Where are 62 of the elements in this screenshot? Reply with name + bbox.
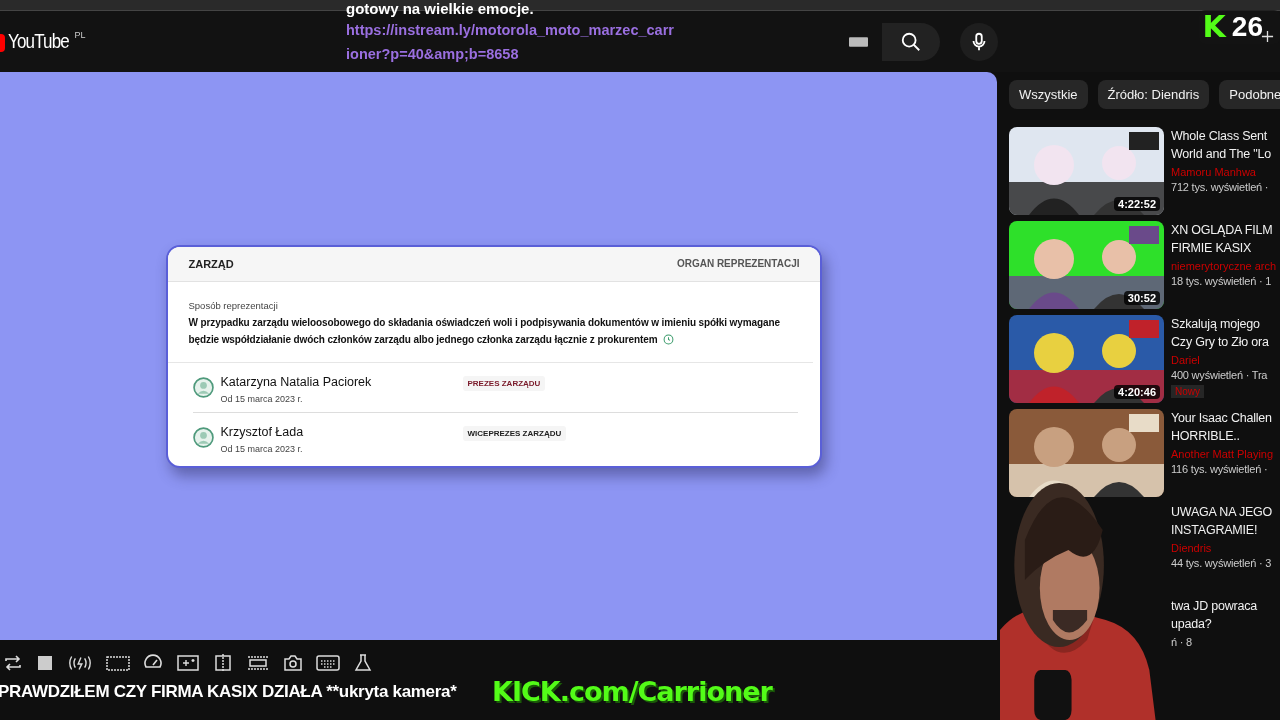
video-title-line[interactable]: HORRIBLE..: [1171, 427, 1274, 445]
view-count: 18 tys. wyświetleń · 1: [1171, 275, 1273, 287]
duration-badge: 30:52: [1123, 291, 1160, 305]
member-date: Od 15 marca 2023 r.: [220, 443, 304, 454]
role-tag: WICEPREZES ZARZĄDU: [462, 425, 567, 441]
view-count: 44 tys. wyświetleń · 3: [1171, 557, 1273, 569]
member-date: Od 15 marca 2023 r.: [220, 393, 304, 404]
video-title-line[interactable]: INSTAGRAMIE!: [1171, 521, 1273, 539]
filter-chip[interactable]: Podobne: [1219, 80, 1280, 109]
video-player[interactable]: [0, 72, 997, 640]
view-count: 712 tys. wyświetleń ·: [1171, 181, 1270, 193]
duration-badge: 4:20:46: [1114, 385, 1160, 399]
video-title-line[interactable]: FIRMIE KASIX: [1171, 239, 1277, 257]
flask-icon[interactable]: [353, 653, 373, 673]
search-button[interactable]: [882, 22, 940, 61]
member-name: Krzysztof Łada: [220, 424, 305, 439]
square-icon[interactable]: [35, 653, 55, 673]
new-badge: Nowy: [1171, 385, 1204, 398]
video-title-line[interactable]: XN OGLĄDA FILM: [1171, 221, 1277, 239]
role-tag: PREZES ZARZĄDU: [462, 375, 546, 391]
view-count: 400 wyświetleń · Tra: [1171, 369, 1269, 381]
video-title-line[interactable]: World and The "Lo: [1171, 145, 1271, 163]
video-title-line[interactable]: Czy Gry to Zło ora: [1171, 333, 1269, 351]
filter-chip[interactable]: Źródło: Diendris: [1097, 80, 1210, 109]
rows-icon[interactable]: [245, 653, 271, 673]
chat-message: gotowy na wielkie emocje.: [346, 0, 535, 18]
member-name: Katarzyna Natalia Paciorek: [220, 374, 373, 389]
logo-text[interactable]: YouTube: [8, 30, 69, 53]
view-count: ń · 8: [1171, 636, 1193, 648]
video-title-line[interactable]: Szkalują mojego: [1171, 315, 1269, 333]
logo-letter: K: [1202, 10, 1226, 44]
plus-icon: [1261, 29, 1274, 43]
video-title-line[interactable]: UWAGA NA JEGO: [1171, 503, 1273, 521]
region-label: PL: [74, 30, 86, 40]
follower-count: 26: [1231, 11, 1263, 43]
chat-link[interactable]: ioner?p=40&amp;b=8658: [346, 42, 674, 66]
split-icon[interactable]: [213, 653, 233, 673]
card-subtitle: ORGAN REPREZENTACJI: [676, 258, 800, 269]
chat-link[interactable]: https://instream.ly/motorola_moto_marzec_carr: [346, 18, 674, 42]
video-title-line[interactable]: upada?: [1171, 615, 1258, 633]
representation-text: W przypadku zarządu wieloosobowego do składania oświadczeń woli i podpisywania dokumentów w imieniu spółki wymagane będzie współdziałanie dwóch członków zarządu albo jednego członka zarządu łącznie z prokurentem: [188, 315, 781, 347]
filter-chip[interactable]: Wszystkie: [1009, 80, 1088, 109]
video-title: PRAWDZIŁEM CZY FIRMA KASIX DZIAŁA **ukryta kamera*: [0, 682, 457, 702]
field-label: Sposób reprezentacji: [188, 299, 279, 311]
frame-icon[interactable]: [105, 653, 131, 673]
clock-icon[interactable]: [663, 333, 675, 345]
video-title-line[interactable]: twa JD powraca: [1171, 597, 1258, 615]
sparkle-icon[interactable]: [175, 653, 201, 673]
view-count: 116 tys. wyświetleń ·: [1171, 463, 1269, 475]
video-title-line[interactable]: Your Isaac Challen: [1171, 409, 1274, 427]
duration-badge: 4:22:52: [1114, 197, 1160, 211]
repeat-icon[interactable]: [3, 653, 23, 673]
search-icon[interactable]: [900, 30, 922, 53]
video-title-line[interactable]: Whole Class Sent: [1171, 127, 1271, 145]
camera-icon[interactable]: [283, 653, 303, 673]
logo-icon[interactable]: [0, 34, 5, 52]
lightning-icon[interactable]: [67, 653, 93, 673]
stream-overlay-text: KICK.com/Carrioner: [492, 676, 772, 707]
avatar-icon: [192, 376, 214, 398]
avatar-icon: [192, 426, 214, 448]
microphone-button[interactable]: [960, 22, 998, 61]
card-title: ZARZĄD: [188, 257, 234, 270]
